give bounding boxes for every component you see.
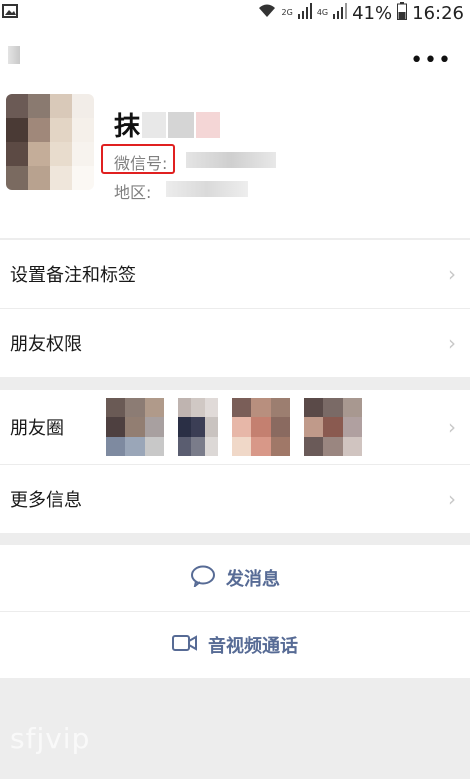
av-call-label: 音视频通话 — [208, 636, 298, 657]
profile-name-text: 抹 — [114, 112, 141, 142]
wifi-icon — [257, 3, 277, 24]
name-redaction — [142, 111, 167, 138]
av-call-button[interactable]: 音视频通话 — [0, 612, 470, 678]
chevron-right-icon: › — [448, 415, 456, 439]
row-friend-permissions[interactable]: 朋友权限 › — [0, 309, 470, 377]
chevron-right-icon: › — [448, 487, 456, 511]
status-bar: 2G 4G 41% 16:26 — [0, 0, 470, 26]
row-label: 朋友权限 — [10, 334, 82, 355]
profile-name: 抹 — [114, 106, 221, 143]
more-options-icon[interactable]: ••• — [410, 48, 452, 73]
settings-group-2: 朋友圈 › 更多信息 › — [0, 390, 470, 533]
row-moments[interactable]: 朋友圈 › — [0, 390, 470, 465]
image-notification-icon — [2, 3, 18, 18]
name-redaction-2 — [168, 111, 195, 138]
wechat-id-label: 微信号: — [114, 154, 168, 173]
video-camera-icon — [172, 634, 198, 657]
row-label: 更多信息 — [10, 490, 82, 511]
send-message-button[interactable]: 发消息 — [0, 545, 470, 612]
moments-thumbnail — [178, 398, 218, 456]
chevron-right-icon: › — [448, 331, 456, 355]
network-type-label: 4G — [316, 8, 329, 17]
battery-icon — [397, 1, 408, 25]
wechat-id-redacted — [186, 152, 276, 168]
watermark: sfjvip — [10, 722, 91, 755]
region-redacted — [166, 181, 248, 197]
moments-thumbnail — [232, 398, 290, 456]
moments-thumbnails — [106, 398, 362, 456]
name-redaction-3 — [196, 111, 221, 138]
row-remark-and-tags[interactable]: 设置备注和标签 › — [0, 240, 470, 309]
chat-bubble-icon — [190, 565, 216, 592]
clock: 16:26 — [412, 2, 464, 24]
row-more-info[interactable]: 更多信息 › — [0, 465, 470, 533]
row-label: 设置备注和标签 — [10, 265, 136, 286]
back-button[interactable] — [8, 46, 20, 64]
network-indicator: 2G — [281, 8, 293, 17]
signal-icon-2 — [333, 2, 348, 24]
chevron-right-icon: › — [448, 262, 456, 286]
signal-icon — [297, 2, 312, 24]
battery-percent: 41% — [352, 2, 393, 24]
moments-thumbnail — [304, 398, 362, 456]
region-label: 地区: — [114, 183, 152, 202]
avatar[interactable] — [6, 94, 94, 190]
send-message-label: 发消息 — [226, 569, 280, 590]
moments-thumbnail — [106, 398, 164, 456]
settings-group-1: 设置备注和标签 › 朋友权限 › — [0, 240, 470, 377]
row-label: 朋友圈 — [10, 418, 64, 439]
profile-header: ••• 抹 微信号: 地区: — [0, 26, 470, 238]
action-group: 发消息 音视频通话 — [0, 545, 470, 678]
